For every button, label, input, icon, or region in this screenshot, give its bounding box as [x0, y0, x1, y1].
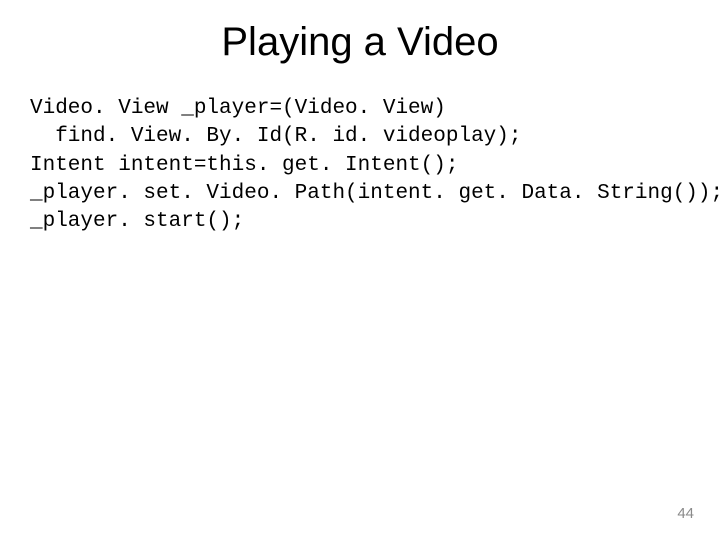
slide-title: Playing a Video [0, 0, 720, 95]
code-line: _player. set. Video. Path(intent. get. D… [30, 182, 720, 205]
slide: Playing a Video Video. View _player=(Vid… [0, 0, 720, 540]
page-number: 44 [677, 505, 694, 522]
code-line: _player. start(); [30, 210, 244, 233]
code-block: Video. View _player=(Video. View) find. … [0, 95, 720, 237]
code-line: find. View. By. Id(R. id. videoplay); [30, 125, 521, 148]
code-line: Intent intent=this. get. Intent(); [30, 154, 458, 177]
code-line: Video. View _player=(Video. View) [30, 97, 446, 120]
